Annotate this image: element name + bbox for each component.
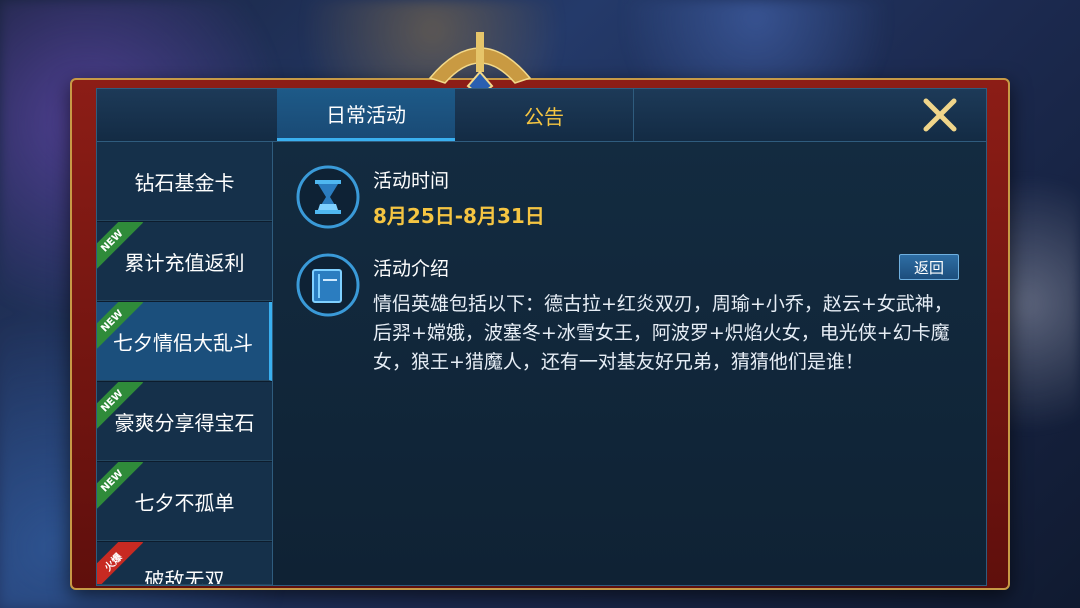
sidebar-item-label: 七夕不孤单: [134, 490, 235, 515]
sidebar-item-recharge-rebate[interactable]: NEW 累计充值返利: [97, 222, 272, 301]
book-icon: [296, 253, 360, 317]
back-button[interactable]: 返回: [899, 254, 959, 280]
activity-intro-label: 活动介绍: [373, 258, 450, 280]
sidebar-item-unrivaled[interactable]: 火爆 破敌无双: [97, 542, 272, 585]
sidebar-item-label: 钻石基金卡: [134, 170, 235, 195]
activity-description: 情侣英雄包括以下：德古拉+红炎双刃，周瑜+小乔，赵云+女武神，后羿+嫦娥，波塞冬…: [373, 293, 953, 373]
activity-content: 活动时间 8月25日-8月31日 活动介绍 返回 情侣英雄包括以下：德古拉+红炎…: [273, 142, 986, 585]
activity-sidebar: 钻石基金卡 NEW 累计充值返利 NEW 七夕情侣大乱斗 NEW 豪爽分享得宝石…: [97, 142, 273, 585]
hot-badge: 火爆: [97, 542, 144, 584]
sidebar-item-label: 累计充值返利: [124, 250, 245, 275]
sidebar-item-label: 七夕情侣大乱斗: [113, 330, 253, 355]
close-icon[interactable]: [920, 95, 960, 135]
tab-notice[interactable]: 公告: [455, 89, 634, 141]
sidebar-item-share-gems[interactable]: NEW 豪爽分享得宝石: [97, 382, 272, 461]
sidebar-item-diamond-fund[interactable]: 钻石基金卡: [97, 142, 272, 221]
sidebar-item-qixi-brawl[interactable]: NEW 七夕情侣大乱斗: [97, 302, 272, 381]
activity-time-label: 活动时间: [373, 170, 450, 192]
hourglass-icon: [296, 165, 360, 229]
sidebar-item-qixi-not-alone[interactable]: NEW 七夕不孤单: [97, 462, 272, 541]
activity-date-range: 8月25日-8月31日: [373, 204, 545, 228]
tab-daily-activities[interactable]: 日常活动: [277, 89, 455, 141]
sidebar-item-label: 豪爽分享得宝石: [114, 410, 255, 435]
activity-panel: 日常活动 公告 钻石基金卡 NEW 累计充值返利 NEW 七夕情侣大乱斗 NEW…: [96, 88, 987, 586]
tab-bar: 日常活动 公告: [97, 89, 986, 142]
sidebar-item-label: 破敌无双: [144, 568, 225, 585]
